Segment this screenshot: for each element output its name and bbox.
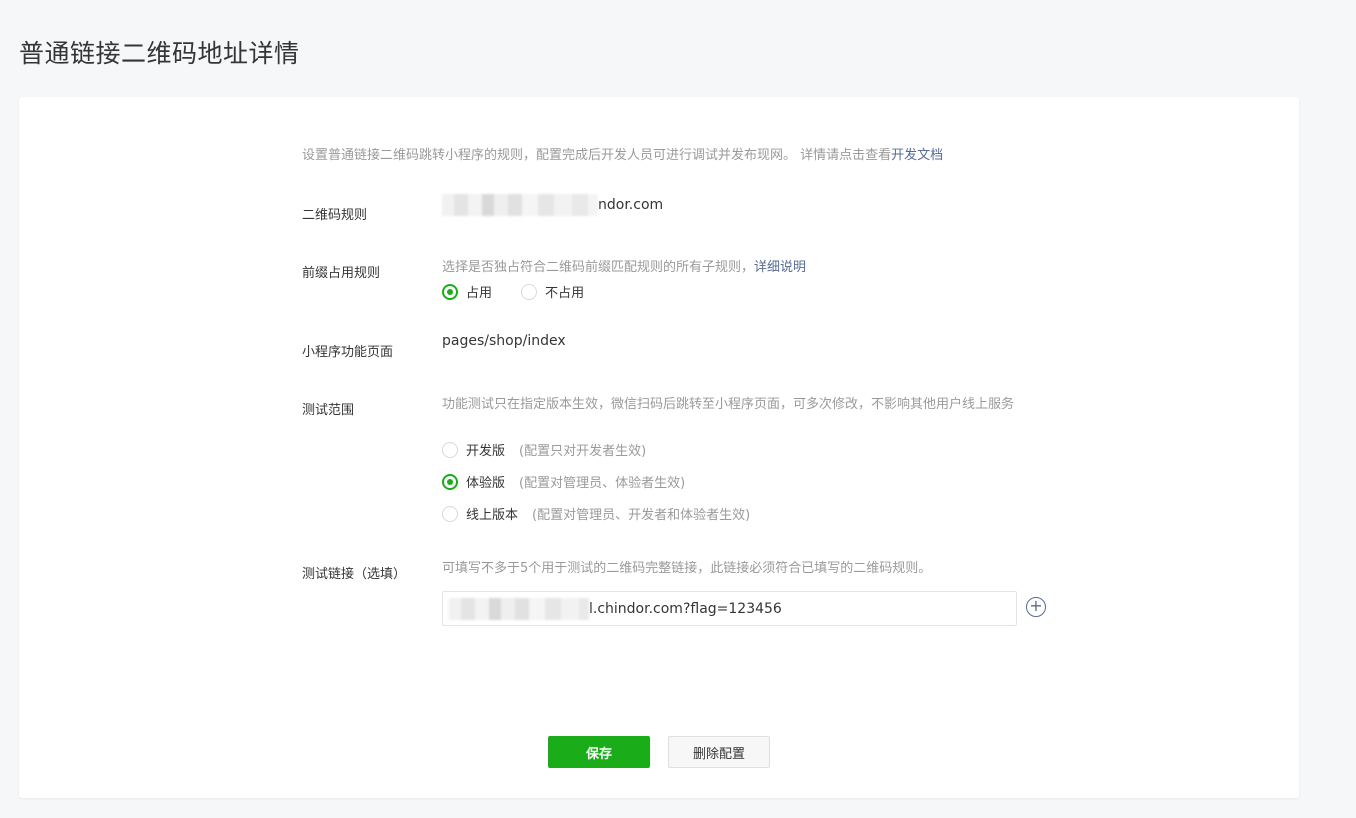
page-path-label: 小程序功能页面 (302, 345, 394, 360)
test-scope-label: 测试范围 (302, 403, 355, 418)
scope-radio-group: 开发版 (配置只对开发者生效) (442, 440, 646, 462)
config-card: 设置普通链接二维码跳转小程序的规则，配置完成后开发人员可进行调试并发布现网。 详… (19, 97, 1299, 798)
qr-rule-value: ndor.com (442, 194, 663, 216)
scope-option-dev[interactable]: 开发版 (配置只对开发者生效) (442, 440, 646, 459)
scope-option-release-label: 线上版本 (466, 508, 519, 523)
delete-config-button[interactable]: 删除配置 (668, 736, 770, 768)
prefix-option-not-occupy-label: 不占用 (545, 286, 585, 301)
prefix-detail-link[interactable]: 详细说明 (754, 260, 806, 275)
radio-unchecked-icon[interactable] (442, 505, 458, 522)
scope-option-trial-note: (配置对管理员、体验者生效) (519, 476, 686, 491)
page-path-value: pages/shop/index (442, 333, 566, 349)
scope-option-trial[interactable]: 体验版 (配置对管理员、体验者生效) (442, 472, 685, 491)
intro-text: 设置普通链接二维码跳转小程序的规则，配置完成后开发人员可进行调试并发布现网。 详… (302, 144, 943, 163)
save-button[interactable]: 保存 (548, 736, 650, 768)
radio-unchecked-icon[interactable] (521, 283, 538, 300)
prefix-option-not-occupy[interactable]: 不占用 (521, 282, 584, 301)
intro-description: 设置普通链接二维码跳转小程序的规则，配置完成后开发人员可进行调试并发布现网。 详… (302, 148, 892, 163)
scope-option-release-note: (配置对管理员、开发者和体验者生效) (532, 508, 751, 523)
page-title: 普通链接二维码地址详情 (19, 39, 300, 68)
prefix-rule-hint: 选择是否独占符合二维码前缀匹配规则的所有子规则，详细说明 (442, 258, 806, 278)
test-link-label: 测试链接（选填） (302, 567, 407, 582)
radio-unchecked-icon[interactable] (442, 441, 458, 458)
scope-option-dev-note: (配置只对开发者生效) (519, 444, 647, 459)
radio-checked-icon[interactable] (442, 473, 458, 490)
test-scope-hint: 功能测试只在指定版本生效，微信扫码后跳转至小程序页面，可多次修改，不影响其他用户… (442, 397, 1015, 412)
prefix-option-occupy-label: 占用 (466, 286, 493, 301)
test-link-hint: 可填写不多于5个用于测试的二维码完整链接，此链接必须符合已填写的二维码规则。 (442, 561, 932, 576)
prefix-radio-group: 占用 不占用 (442, 282, 584, 304)
radio-checked-icon[interactable] (442, 283, 458, 300)
scope-option-release[interactable]: 线上版本 (配置对管理员、开发者和体验者生效) (442, 504, 750, 523)
test-link-input-value: l.chindor.com?flag=123456 (589, 600, 782, 617)
prefix-rule-label: 前缀占用规则 (302, 266, 381, 281)
scope-radio-group-3: 线上版本 (配置对管理员、开发者和体验者生效) (442, 504, 750, 526)
prefix-hint-text: 选择是否独占符合二维码前缀匹配规则的所有子规则， (442, 260, 755, 275)
scope-option-trial-label: 体验版 (466, 476, 506, 491)
scope-option-dev-label: 开发版 (466, 444, 506, 459)
qr-rule-label: 二维码规则 (302, 208, 368, 223)
scope-radio-group-2: 体验版 (配置对管理员、体验者生效) (442, 472, 685, 494)
test-link-input[interactable]: l.chindor.com?flag=123456 (442, 591, 1017, 626)
qr-rule-value-text: ndor.com (598, 197, 664, 213)
redacted-mosaic (442, 194, 598, 216)
redacted-mosaic (449, 597, 589, 620)
prefix-option-occupy[interactable]: 占用 (442, 282, 492, 301)
plus-circle-icon[interactable]: + (1026, 597, 1046, 617)
dev-docs-link[interactable]: 开发文档 (891, 148, 943, 163)
